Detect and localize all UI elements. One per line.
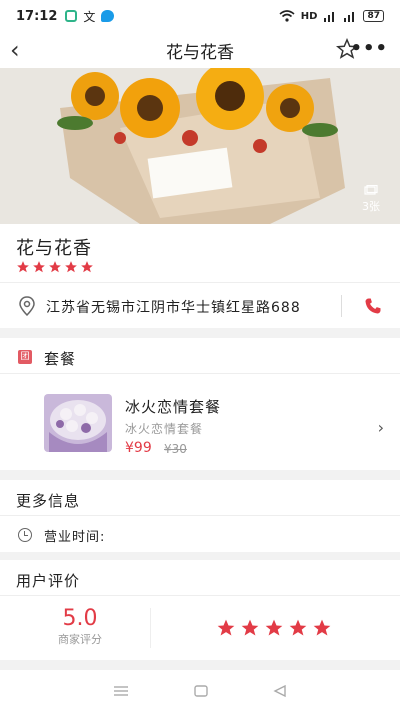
- page-title: 花与花香: [166, 42, 234, 63]
- star-icon: [17, 261, 29, 273]
- bouquet-thumbnail-image: [44, 394, 112, 452]
- location-pin-icon: [19, 296, 35, 316]
- shop-rating-stars: [16, 260, 94, 274]
- home-icon[interactable]: [193, 684, 209, 698]
- nav-bar: ‹ 花与花香 •••: [0, 32, 400, 68]
- back-arrow-icon[interactable]: ‹: [10, 36, 20, 64]
- battery-icon: 87: [363, 10, 384, 22]
- package-header: 套餐: [44, 350, 77, 368]
- shop-header: 花与花香: [0, 224, 400, 282]
- business-hours-label: 营业时间:: [44, 530, 106, 545]
- star-icon: [313, 619, 331, 636]
- menu-icon[interactable]: [112, 685, 130, 697]
- package-subtitle: 冰火恋情套餐: [125, 422, 204, 436]
- status-time: 17:12: [16, 8, 58, 24]
- review-stars: [216, 618, 332, 638]
- phone-icon[interactable]: [364, 297, 382, 315]
- signal-icon: [324, 12, 335, 22]
- reviews-header: 用户评价: [16, 572, 81, 590]
- star-icon: [65, 261, 77, 273]
- gallery-icon: [364, 184, 378, 195]
- package-name: 冰火恋情套餐: [125, 398, 222, 416]
- notification-icons: 文: [65, 8, 115, 25]
- more-info-section: 更多信息: [0, 480, 400, 516]
- business-hours-row: 营业时间:: [0, 516, 400, 552]
- status-right: HD 87: [279, 10, 384, 22]
- photo-count: 3张: [362, 184, 380, 214]
- shop-name: 花与花香: [16, 238, 92, 259]
- reviews-section: 用户评价: [0, 560, 400, 596]
- status-bar: 17:12 文 HD 87: [0, 0, 400, 32]
- score-label: 商家评分: [58, 633, 102, 646]
- more-dots-icon[interactable]: •••: [350, 38, 388, 59]
- star-icon: [217, 619, 235, 636]
- address-row[interactable]: 江苏省无锡市江阴市华士镇红星路688: [0, 282, 400, 328]
- package-item[interactable]: 冰火恋情套餐 冰火恋情套餐 ¥99 ¥30 ›: [0, 374, 400, 470]
- more-info-header: 更多信息: [16, 492, 81, 510]
- shop-address: 江苏省无锡市江阴市华士镇红星路688: [46, 300, 301, 316]
- app-notification-icon: [65, 10, 78, 22]
- star-icon: [289, 619, 307, 636]
- flower-bouquet-image: [0, 68, 400, 224]
- divider: [150, 608, 151, 648]
- star-icon: [81, 261, 93, 273]
- package-original-price: ¥30: [164, 442, 187, 456]
- package-thumbnail: [44, 394, 112, 452]
- package-section: 团 套餐: [0, 338, 400, 374]
- score-value: 5.0: [62, 606, 98, 631]
- rating-summary: 5.0 商家评分: [0, 596, 400, 660]
- photo-count-label: 3张: [362, 200, 380, 213]
- star-icon: [265, 619, 283, 636]
- chat-icon: [101, 10, 115, 22]
- signal-icon-2: [344, 12, 355, 22]
- divider: [341, 295, 342, 317]
- translate-icon: 文: [83, 9, 96, 24]
- star-icon: [241, 619, 259, 636]
- hero-image[interactable]: 3张: [0, 68, 400, 224]
- chevron-right-icon: ›: [377, 418, 384, 437]
- wifi-icon: [279, 10, 295, 22]
- package-price: ¥99: [125, 440, 152, 456]
- system-nav-bar: [0, 670, 400, 711]
- star-icon: [49, 261, 61, 273]
- group-buy-badge: 团: [18, 350, 32, 364]
- merchant-score: 5.0 商家评分: [44, 606, 116, 647]
- network-label: HD: [300, 10, 318, 22]
- clock-icon: [18, 528, 32, 542]
- star-icon: [33, 261, 45, 273]
- back-icon[interactable]: [272, 684, 288, 698]
